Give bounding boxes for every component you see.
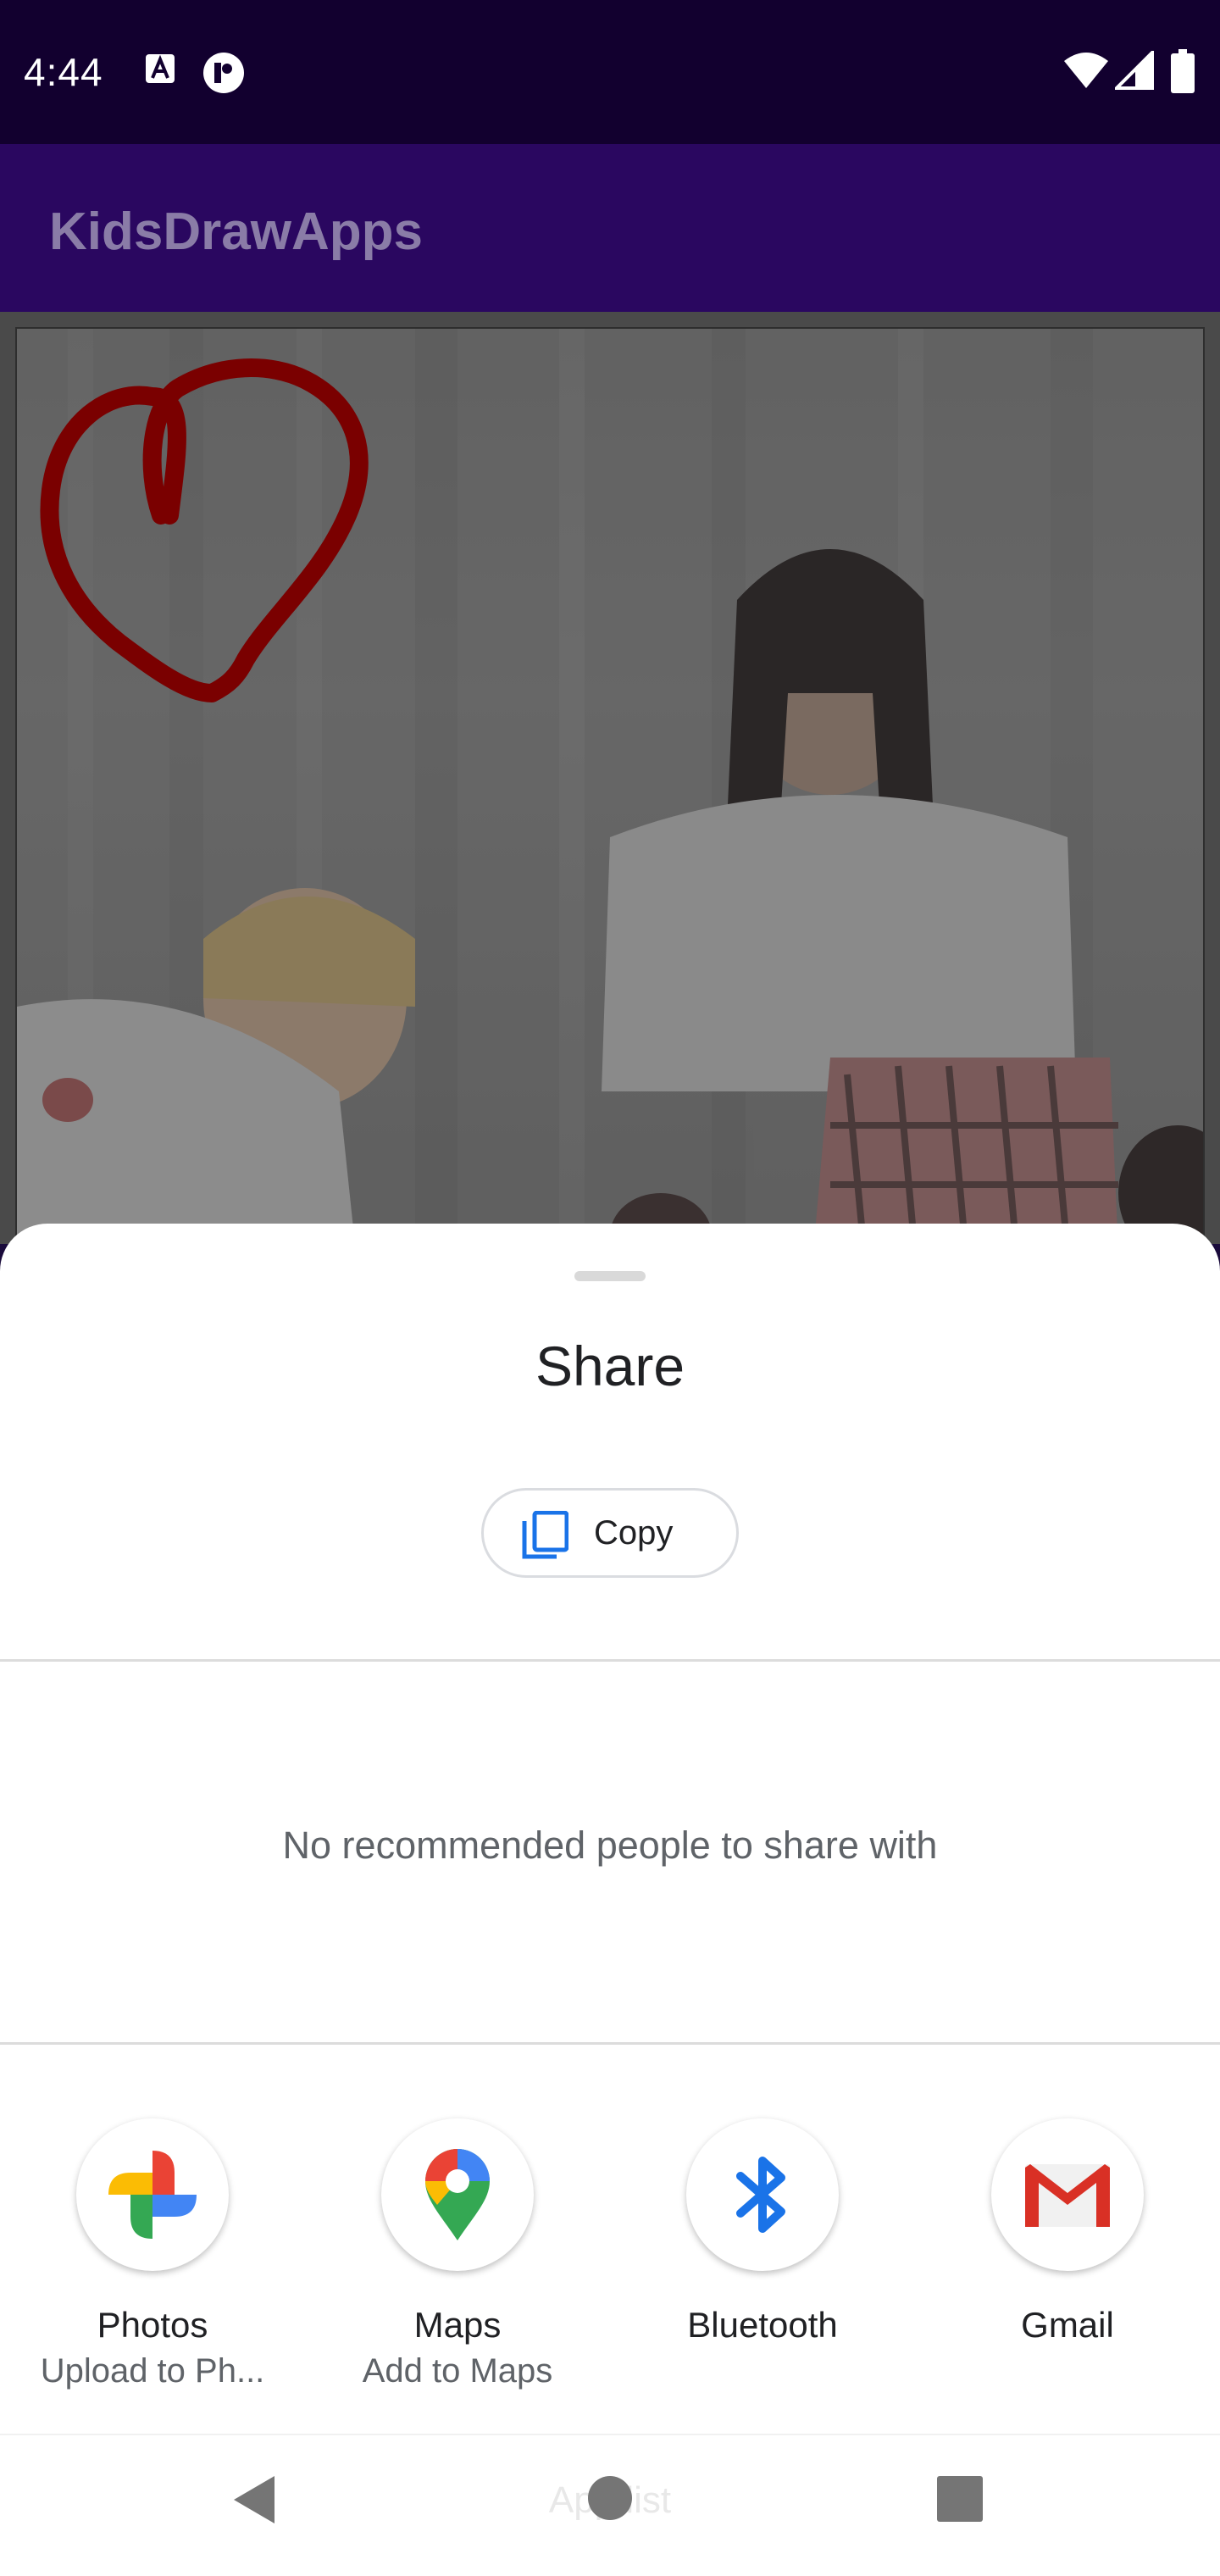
- drag-handle[interactable]: [574, 1271, 646, 1281]
- back-icon[interactable]: [229, 2473, 280, 2531]
- gmail-icon: [991, 2118, 1144, 2271]
- share-sheet: Share Copy No recommended people to shar…: [0, 1224, 1220, 2576]
- google-photos-icon: [76, 2118, 229, 2271]
- share-target-label: Gmail: [1021, 2305, 1114, 2345]
- share-target-sub: Upload to Ph...: [40, 2352, 265, 2390]
- app-title: KidsDrawApps: [49, 203, 423, 261]
- divider-top: [0, 1659, 1220, 1662]
- home-icon[interactable]: [586, 2474, 634, 2526]
- no-people-message: No recommended people to share with: [282, 1824, 938, 1867]
- share-target-sub: Add to Maps: [362, 2352, 553, 2390]
- dot-app-notification-icon: [202, 51, 246, 99]
- share-title: Share: [535, 1335, 685, 1397]
- background-photo: [17, 329, 1203, 1249]
- wifi-icon: [1062, 51, 1110, 94]
- status-time: 4:44: [24, 50, 103, 94]
- status-bar: 4:44: [0, 0, 1220, 144]
- cell-signal-icon: [1112, 48, 1154, 94]
- navigation-bar: App list: [0, 2434, 1220, 2576]
- screen: 4:44 KidsDrawApps Share Copy No recommen…: [0, 0, 1220, 2576]
- share-target-label: Maps: [413, 2305, 502, 2345]
- share-target-gmail[interactable]: Gmail: [915, 2118, 1220, 2352]
- drawing-canvas-area: [0, 312, 1220, 1251]
- battery-icon: [1171, 49, 1195, 97]
- copy-label: Copy: [594, 1514, 674, 1552]
- a-notification-icon: [144, 53, 176, 89]
- share-target-maps[interactable]: Maps Add to Maps: [305, 2118, 610, 2390]
- share-target-label: Photos: [97, 2305, 208, 2345]
- share-target-photos[interactable]: Photos Upload to Ph...: [0, 2118, 305, 2390]
- copy-icon: [521, 1510, 569, 1560]
- recents-icon[interactable]: [937, 2476, 983, 2526]
- share-target-bluetooth[interactable]: Bluetooth: [610, 2118, 915, 2352]
- divider-bottom: [0, 2042, 1220, 2045]
- copy-button[interactable]: Copy: [481, 1488, 739, 1578]
- bluetooth-icon: [686, 2118, 839, 2271]
- google-maps-icon: [381, 2118, 534, 2271]
- drawing-canvas[interactable]: [15, 327, 1205, 1251]
- share-targets: Photos Upload to Ph... Maps Add to Maps: [0, 2118, 1220, 2407]
- share-target-label: Bluetooth: [687, 2305, 838, 2345]
